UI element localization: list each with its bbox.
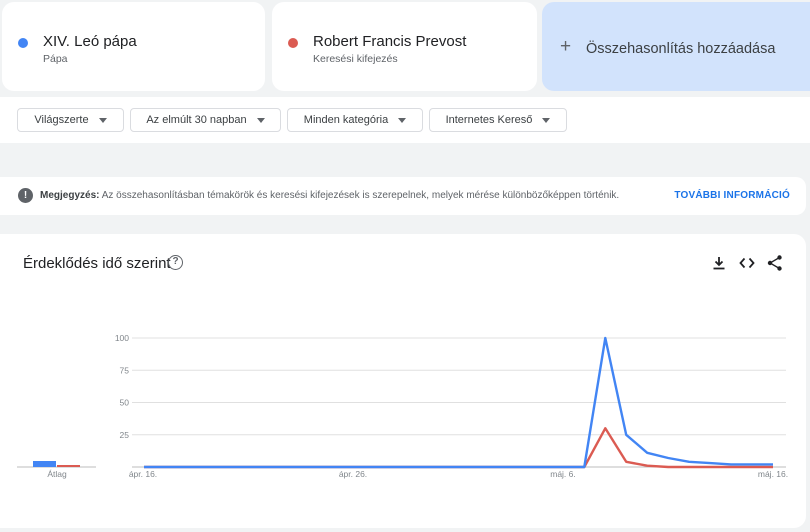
x-tick-label: ápr. 26. (339, 469, 367, 479)
region-filter-dropdown[interactable]: Világszerte (17, 108, 124, 132)
filters-bar: Világszerte Az elmúlt 30 napban Minden k… (0, 97, 810, 143)
comparison-note: ! Megjegyzés: Az összehasonlításban téma… (0, 177, 806, 215)
caret-down-icon (256, 117, 265, 123)
term-subtitle: Pápa (43, 53, 68, 65)
filter-label: Világszerte (34, 114, 89, 126)
note-body: Az összehasonlításban témakörök és keres… (101, 190, 620, 201)
exclamation-icon: ! (18, 188, 33, 203)
caret-down-icon (98, 117, 107, 123)
average-bar (57, 465, 80, 467)
series-line-2 (144, 427, 773, 469)
term-title[interactable]: Robert Francis Prevost (313, 33, 466, 50)
x-tick-label: máj. 6. (550, 469, 576, 479)
category-filter-dropdown[interactable]: Minden kategória (287, 108, 423, 132)
search-type-filter-dropdown[interactable]: Internetes Kereső (429, 108, 567, 132)
interest-line-chart: 100 75 50 25 ápr. 16. ápr. 26. máj. 6. máj. 16.… (17, 333, 788, 479)
add-comparison-button[interactable]: + Összehasonlítás hozzáadása (542, 2, 810, 91)
term-subtitle: Keresési kifejezés (313, 53, 398, 65)
plus-icon: + (560, 36, 572, 57)
term-card-2[interactable]: Robert Francis Prevost Keresési kifejezé… (272, 2, 537, 91)
time-range-filter-dropdown[interactable]: Az elmúlt 30 napban (130, 108, 281, 132)
y-tick-label: 25 (120, 430, 130, 440)
note-text: Megjegyzés: Az összehasonlításban témakö… (40, 190, 619, 201)
filter-label: Az elmúlt 30 napban (146, 114, 247, 126)
x-tick-label: máj. 16. (758, 469, 788, 479)
term-card-1[interactable]: XIV. Leó pápa Pápa (2, 2, 265, 91)
caret-down-icon (398, 117, 407, 123)
add-comparison-label: Összehasonlítás hozzáadása (586, 41, 776, 57)
y-tick-label: 50 (120, 398, 130, 408)
series-color-dot (18, 38, 28, 48)
note-label: Megjegyzés: (40, 190, 100, 201)
filter-label: Minden kategória (303, 114, 389, 126)
term-title[interactable]: XIV. Leó pápa (43, 33, 137, 50)
average-bar (33, 461, 56, 467)
interest-over-time-card: Érdeklődés idő szerint ? 100 75 50 25 ápr. 1… (0, 234, 806, 528)
average-label: Átlag (47, 469, 67, 479)
x-tick-label: ápr. 16. (129, 469, 157, 479)
filter-label: Internetes Kereső (445, 114, 533, 126)
more-info-link[interactable]: TOVÁBBI INFORMÁCIÓ (674, 190, 790, 201)
y-tick-label: 75 (120, 365, 130, 375)
caret-down-icon (542, 117, 551, 123)
series-color-dot (288, 38, 298, 48)
y-tick-label: 100 (115, 333, 129, 343)
